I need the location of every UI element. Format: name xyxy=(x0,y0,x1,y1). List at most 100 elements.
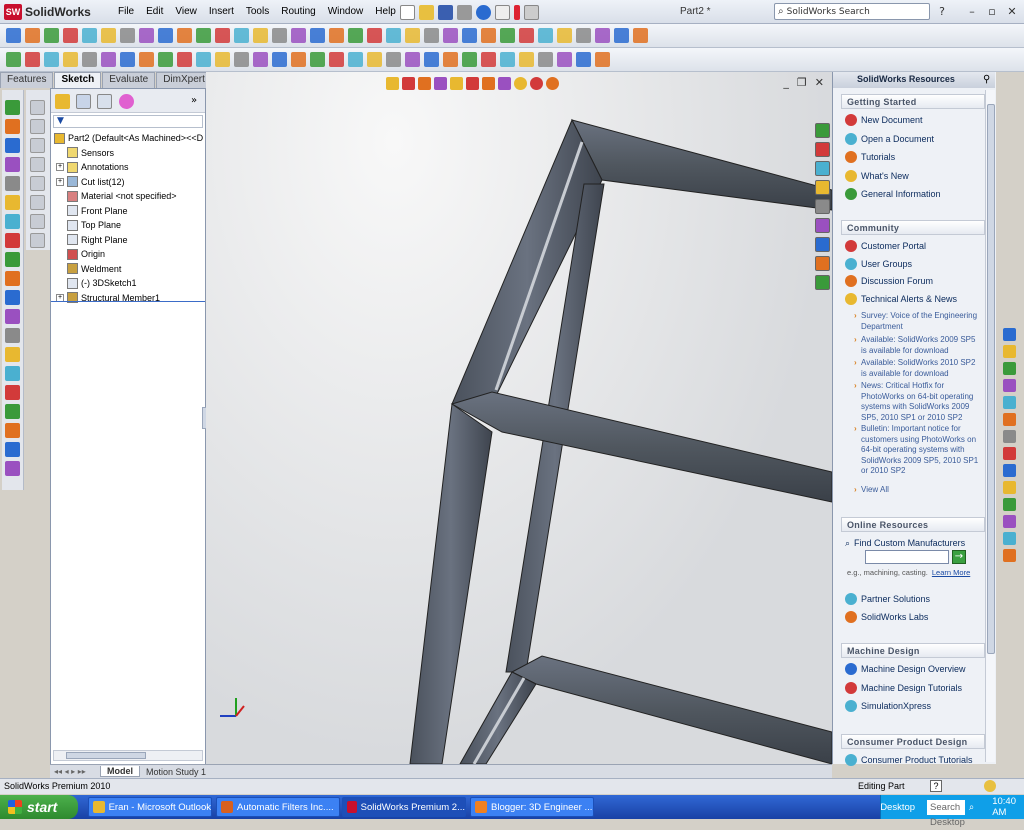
selection-tool-icon[interactable] xyxy=(139,28,154,43)
feature-tree-filter[interactable]: ▼ xyxy=(53,115,203,128)
sketch-tool-icon[interactable] xyxy=(25,52,40,67)
rollback-bar[interactable] xyxy=(51,301,205,302)
sketch-tool-icon[interactable] xyxy=(576,52,591,67)
feature-tool-icon[interactable] xyxy=(5,271,20,286)
feature-tool-icon[interactable] xyxy=(5,347,20,362)
feature-tree-item[interactable]: + Cut list(12) xyxy=(56,175,125,189)
chevron-right-icon[interactable]: » xyxy=(191,95,197,106)
right-tool-icon[interactable] xyxy=(1002,498,1016,511)
previous-view-icon[interactable] xyxy=(418,76,431,90)
dimxpert-manager-tab-icon[interactable] xyxy=(119,94,134,109)
sketch-tool-icon[interactable] xyxy=(30,100,45,115)
property-manager-tab-icon[interactable] xyxy=(76,94,91,109)
sketch-tool-icon[interactable] xyxy=(158,52,173,67)
feature-tree-item[interactable]: Top Plane xyxy=(56,218,121,232)
apply-scene-icon[interactable] xyxy=(514,76,527,90)
link-tutorials[interactable]: Tutorials xyxy=(845,150,895,164)
sketch-tool-icon[interactable] xyxy=(443,52,458,67)
sketch-tool-icon[interactable] xyxy=(30,195,45,210)
tab-features[interactable]: Features xyxy=(0,72,54,88)
middle-rail[interactable] xyxy=(450,391,832,503)
selection-tool-icon[interactable] xyxy=(234,28,249,43)
selection-tool-icon[interactable] xyxy=(538,28,553,43)
feature-tree-item[interactable]: Material <not specified> xyxy=(56,189,177,203)
sketch-tool-icon[interactable] xyxy=(101,52,116,67)
search-icon[interactable] xyxy=(814,180,830,195)
section-consumer-product[interactable]: Consumer Product Design xyxy=(841,734,985,749)
print-icon[interactable] xyxy=(457,4,472,20)
bottom-brace[interactable] xyxy=(459,671,537,764)
sketch-tool-icon[interactable] xyxy=(519,52,534,67)
taskbar-item[interactable]: Blogger: 3D Engineer ... xyxy=(470,797,594,817)
selection-tool-icon[interactable] xyxy=(253,28,268,43)
rebuild-icon[interactable] xyxy=(514,4,520,20)
tab-dimxpert[interactable]: DimXpert xyxy=(156,72,212,88)
sketch-tool-icon[interactable] xyxy=(291,52,306,67)
selection-tool-icon[interactable] xyxy=(25,28,40,43)
configuration-manager-tab-icon[interactable] xyxy=(97,94,112,109)
sketch-tool-icon[interactable] xyxy=(30,157,45,172)
sketch-tool-icon[interactable] xyxy=(595,52,610,67)
menu-file[interactable]: File xyxy=(112,4,140,19)
right-tool-icon[interactable] xyxy=(1002,464,1016,477)
zoom-to-fit-icon[interactable] xyxy=(386,76,399,90)
feature-tree-item[interactable]: (-) 3DSketch1 xyxy=(56,276,137,290)
selection-tool-icon[interactable] xyxy=(215,28,230,43)
selection-tool-icon[interactable] xyxy=(576,28,591,43)
section-community[interactable]: Community xyxy=(841,220,985,235)
right-tool-icon[interactable] xyxy=(1002,362,1016,375)
right-tool-icon[interactable] xyxy=(1002,515,1016,528)
file-explorer-icon[interactable] xyxy=(814,161,830,176)
sketch-tool-icon[interactable] xyxy=(500,52,515,67)
feature-tool-icon[interactable] xyxy=(5,290,20,305)
selection-tool-icon[interactable] xyxy=(443,28,458,43)
tab-evaluate[interactable]: Evaluate xyxy=(102,72,156,88)
right-tool-icon[interactable] xyxy=(1002,549,1016,562)
expand-icon[interactable]: + xyxy=(56,177,64,186)
close-viewport-icon[interactable]: ✕ xyxy=(815,76,824,89)
menu-insert[interactable]: Insert xyxy=(203,4,240,19)
open-icon[interactable] xyxy=(419,4,434,20)
link-technical-alerts-news[interactable]: Technical Alerts & News xyxy=(845,292,957,306)
right-tool-icon[interactable] xyxy=(1002,413,1016,426)
right-tool-icon[interactable] xyxy=(1002,447,1016,460)
restore-button[interactable]: ▫ xyxy=(984,4,1000,19)
feature-tool-icon[interactable] xyxy=(5,176,20,191)
menu-routing[interactable]: Routing xyxy=(275,4,321,19)
selection-tool-icon[interactable] xyxy=(6,28,21,43)
selection-tool-icon[interactable] xyxy=(82,28,97,43)
link-general-information[interactable]: General Information xyxy=(845,187,941,201)
new-document-icon[interactable] xyxy=(400,4,415,20)
link-machine-design-tutorials[interactable]: Machine Design Tutorials xyxy=(845,681,962,695)
sketch-tool-icon[interactable] xyxy=(253,52,268,67)
right-tool-icon[interactable] xyxy=(1002,430,1016,443)
selection-tool-icon[interactable] xyxy=(310,28,325,43)
feature-tool-icon[interactable] xyxy=(5,195,20,210)
right-tool-icon[interactable] xyxy=(1002,345,1016,358)
link-consumer-product-tutorials[interactable]: Consumer Product Tutorials xyxy=(845,753,973,767)
selection-tool-icon[interactable] xyxy=(196,28,211,43)
start-button[interactable]: start xyxy=(0,795,78,819)
expand-icon[interactable]: + xyxy=(56,163,64,171)
sketch-tool-icon[interactable] xyxy=(481,52,496,67)
section-online-resources[interactable]: Online Resources xyxy=(841,517,985,532)
graphics-area[interactable]: _ ❐ ✕ xyxy=(206,72,832,764)
selection-tool-icon[interactable] xyxy=(481,28,496,43)
custom-properties-icon[interactable] xyxy=(814,237,830,252)
news-item[interactable]: Available: SolidWorks 2010 SP2 is availa… xyxy=(854,358,981,379)
view-all-link[interactable]: View All xyxy=(854,485,981,496)
menu-tools[interactable]: Tools xyxy=(240,4,275,19)
feature-tree-item[interactable]: Part2 (Default<As Machined><<D xyxy=(54,131,203,145)
selection-tool-icon[interactable] xyxy=(44,28,59,43)
feature-tool-icon[interactable] xyxy=(5,157,20,172)
sketch-tool-icon[interactable] xyxy=(310,52,325,67)
menu-edit[interactable]: Edit xyxy=(140,4,169,19)
feature-tool-icon[interactable] xyxy=(5,404,20,419)
minimize-button[interactable]: – xyxy=(964,4,980,19)
taskbar-item[interactable]: Eran - Microsoft Outlook xyxy=(88,797,212,817)
selection-tool-icon[interactable] xyxy=(519,28,534,43)
news-item[interactable]: Available: SolidWorks 2009 SP5 is availa… xyxy=(854,335,981,356)
sketch-tool-icon[interactable] xyxy=(424,52,439,67)
news-item[interactable]: Bulletin: Important notice for customers… xyxy=(854,424,981,477)
edit-appearance-icon[interactable] xyxy=(498,76,511,90)
